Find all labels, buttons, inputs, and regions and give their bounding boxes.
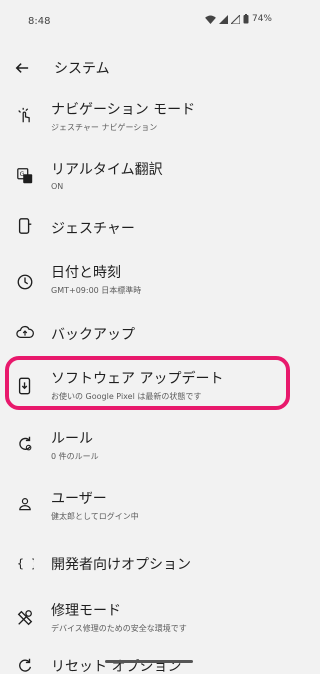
item-title: ユーザー — [51, 491, 107, 507]
gesture-nav-handle[interactable] — [105, 660, 193, 663]
list-item-live-translate[interactable]: G リアルタイム翻訳 ON — [0, 154, 300, 204]
item-subtitle: デバイス修理のための安全な環境です — [51, 624, 187, 633]
list-item-developer-options[interactable]: { } 開発者向けオプション — [0, 546, 300, 580]
signal-icon-2 — [230, 14, 240, 24]
person-icon — [15, 494, 35, 514]
item-title: ルール — [51, 431, 93, 447]
list-item-gestures[interactable]: ジェスチャー — [0, 210, 300, 244]
list-item-repair-mode[interactable]: 修理モード デバイス修理のための安全な環境です — [0, 596, 300, 646]
battery-percent: 74% — [251, 14, 272, 24]
list-item-date-time[interactable]: 日付と時刻 GMT+09:00 日本標準時 — [0, 260, 300, 310]
item-subtitle: ジェスチャー ナビゲーション — [51, 123, 158, 132]
status-icons: 74% — [205, 14, 272, 24]
arrow-back-icon — [15, 63, 29, 73]
cloud-upload-icon — [15, 322, 35, 342]
status-bar: 8:48 74% — [0, 0, 300, 44]
list-item-backup[interactable]: バックアップ — [0, 316, 300, 350]
phone-gesture-icon — [15, 216, 35, 236]
item-title: ジェスチャー — [51, 221, 135, 237]
svg-text:G: G — [20, 171, 25, 178]
repair-icon — [15, 608, 35, 628]
item-title: ナビゲーション モード — [51, 102, 196, 118]
rules-icon — [15, 434, 35, 454]
item-title: 修理モード — [51, 603, 121, 619]
item-title: リセット オプション — [51, 659, 182, 674]
reset-icon — [15, 656, 35, 674]
svg-text:{ }: { } — [17, 557, 34, 571]
item-subtitle: GMT+09:00 日本標準時 — [51, 286, 142, 295]
back-button[interactable] — [10, 56, 34, 80]
item-subtitle: 健太郎としてログイン中 — [51, 512, 139, 521]
item-subtitle: 0 件のルール — [51, 452, 99, 461]
list-item-navigation-mode[interactable]: ナビゲーション モード ジェスチャー ナビゲーション — [0, 94, 300, 144]
item-title: バックアップ — [51, 327, 135, 343]
app-bar: システム — [0, 52, 300, 84]
code-braces-icon: { } — [15, 553, 35, 573]
item-subtitle: ON — [51, 182, 64, 191]
list-item-rules[interactable]: ルール 0 件のルール — [0, 422, 300, 472]
page-title: システム — [54, 61, 110, 77]
wifi-icon — [205, 14, 216, 24]
clock-icon — [15, 272, 35, 292]
status-time: 8:48 — [28, 16, 51, 27]
list-item-reset-options[interactable]: リセット オプション — [0, 654, 300, 674]
list-item-users[interactable]: ユーザー 健太郎としてログイン中 — [0, 482, 300, 532]
highlight-frame — [5, 356, 290, 410]
translate-icon: G — [15, 166, 35, 186]
item-title: リアルタイム翻訳 — [51, 162, 163, 178]
item-title: 日付と時刻 — [51, 265, 121, 281]
item-title: 開発者向けオプション — [51, 557, 191, 573]
battery-icon — [243, 14, 249, 24]
signal-icon — [218, 14, 228, 24]
touch-gesture-icon — [15, 106, 35, 126]
